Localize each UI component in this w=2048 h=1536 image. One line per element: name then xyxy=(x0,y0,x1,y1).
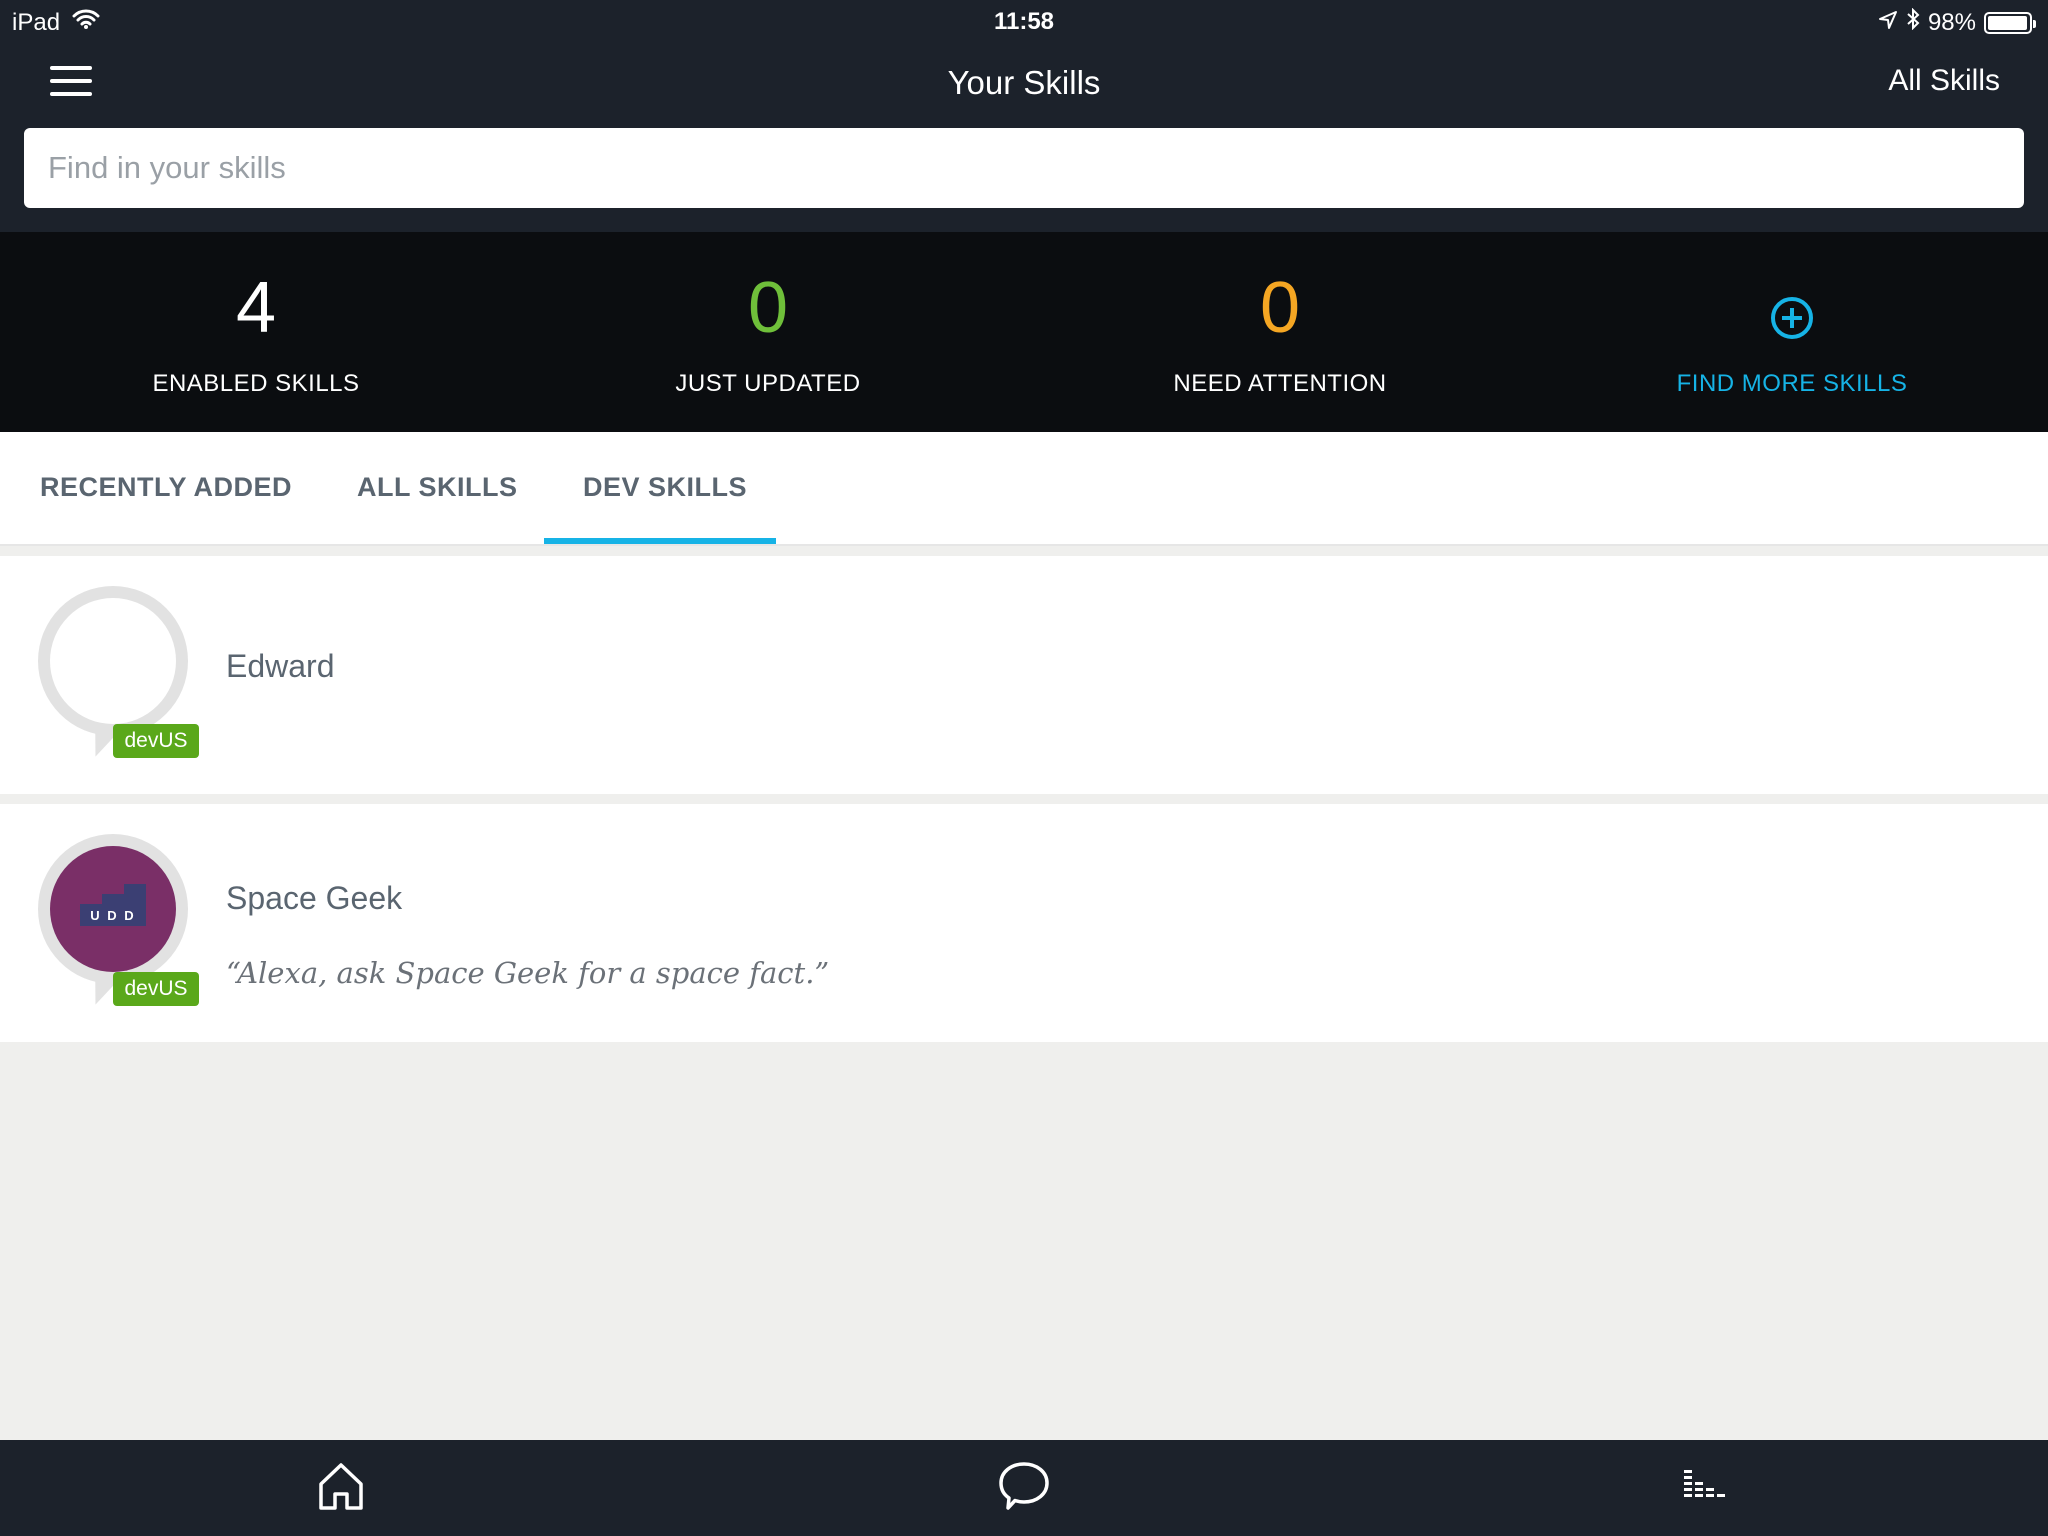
skill-avatar: devUS xyxy=(38,586,202,758)
battery-percent: 98% xyxy=(1927,8,1976,36)
skill-logo-text: U D D xyxy=(90,908,136,923)
stat-value: 4 xyxy=(235,268,277,348)
stat-value: 0 xyxy=(1259,268,1301,348)
active-tab-indicator xyxy=(544,538,776,544)
stat-label: ENABLED SKILLS xyxy=(152,370,360,397)
stat-label: JUST UPDATED xyxy=(675,370,861,397)
bottom-nav xyxy=(0,1440,2048,1536)
dev-badge: devUS xyxy=(113,972,199,1006)
tab-bar: RECENTLY ADDED ALL SKILLS DEV SKILLS xyxy=(0,432,2048,546)
skill-invocation-phrase: “Alexa, ask Space Geek for a space fact.… xyxy=(226,956,830,990)
skill-icon-blank xyxy=(50,598,176,724)
stat-label: NEED ATTENTION xyxy=(1173,370,1387,397)
dev-badge: devUS xyxy=(113,724,199,758)
bluetooth-icon xyxy=(1906,7,1920,37)
stat-need-attention[interactable]: 0 NEED ATTENTION xyxy=(1024,232,1536,432)
skill-avatar: U D D devUS xyxy=(38,834,202,1006)
skill-logo: U D D xyxy=(50,846,176,972)
battery-icon xyxy=(1984,11,2036,34)
search-input[interactable] xyxy=(24,128,2024,208)
page-title: Your Skills xyxy=(947,64,1101,101)
header: Your Skills All Skills xyxy=(0,42,2048,232)
tab-dev-skills[interactable]: DEV SKILLS xyxy=(583,472,747,503)
plus-circle-icon xyxy=(1770,296,1814,345)
find-more-skills-button[interactable]: FIND MORE SKILLS xyxy=(1536,232,2048,432)
skill-name: Space Geek xyxy=(226,880,403,916)
stat-enabled-skills[interactable]: 4 ENABLED SKILLS xyxy=(0,232,512,432)
skills-list: devUS Edward U D D devUS Space Geek “Ale… xyxy=(0,556,2048,1052)
now-playing-icon[interactable] xyxy=(1682,1466,1728,1511)
tab-recently-added[interactable]: RECENTLY ADDED xyxy=(40,472,292,503)
all-skills-link[interactable]: All Skills xyxy=(1888,64,2000,98)
list-item[interactable]: U D D devUS Space Geek “Alexa, ask Space… xyxy=(0,804,2048,1042)
chat-bubble-icon[interactable] xyxy=(998,1460,1050,1517)
status-time: 11:58 xyxy=(993,8,1055,35)
tab-all-skills[interactable]: ALL SKILLS xyxy=(357,472,518,503)
stat-just-updated[interactable]: 0 JUST UPDATED xyxy=(512,232,1024,432)
home-icon[interactable] xyxy=(316,1460,366,1517)
status-bar: iPad 11:58 98% xyxy=(0,0,2048,42)
stat-label: FIND MORE SKILLS xyxy=(1676,370,1908,397)
location-arrow-icon xyxy=(1878,9,1898,37)
list-item[interactable]: devUS Edward xyxy=(0,556,2048,794)
battery-level xyxy=(1988,15,2028,30)
status-right: 98% xyxy=(1878,7,2036,37)
skill-name: Edward xyxy=(226,648,335,684)
stat-value: 0 xyxy=(747,268,789,348)
stats-bar: 4 ENABLED SKILLS 0 JUST UPDATED 0 NEED A… xyxy=(0,232,2048,432)
